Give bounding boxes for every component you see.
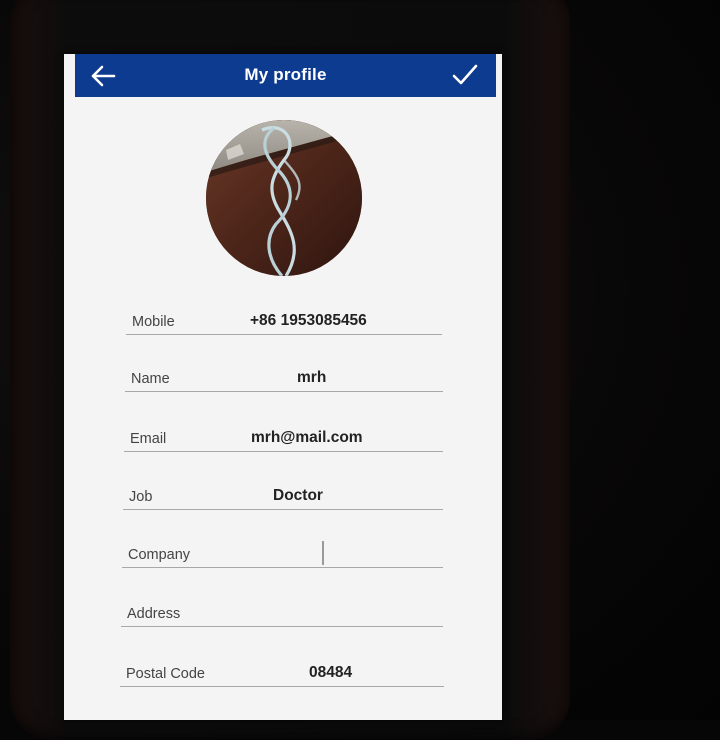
profile-photo	[206, 120, 362, 276]
avatar[interactable]	[206, 120, 362, 276]
text-cursor	[322, 541, 324, 565]
mobile-label: Mobile	[132, 314, 175, 330]
email-label: Email	[130, 431, 167, 447]
save-button[interactable]	[450, 61, 480, 89]
job-input[interactable]	[273, 487, 413, 505]
postal-code-field[interactable]: Postal Code	[120, 660, 444, 687]
postal-code-label: Postal Code	[126, 666, 205, 682]
job-field[interactable]: Job	[123, 483, 443, 510]
company-label: Company	[128, 547, 191, 563]
photo-background: My profile Mobile +86 1953085456 Name mr…	[0, 0, 720, 740]
app-bar: My profile	[75, 54, 496, 97]
name-input[interactable]	[297, 369, 417, 387]
checkmark-icon	[452, 64, 478, 85]
mobile-field[interactable]: Mobile	[126, 308, 442, 335]
company-input[interactable]	[326, 545, 436, 563]
phone-screen: My profile Mobile +86 1953085456 Name mr…	[64, 54, 502, 720]
mobile-input[interactable]	[250, 312, 430, 330]
address-label: Address	[127, 606, 181, 622]
name-field[interactable]: Name	[125, 365, 443, 392]
email-input[interactable]	[251, 429, 431, 447]
page-title: My profile	[244, 65, 327, 84]
address-input[interactable]	[251, 604, 431, 622]
company-field[interactable]: Company	[122, 541, 443, 568]
email-field[interactable]: Email	[124, 425, 443, 452]
postal-code-input[interactable]	[309, 664, 419, 682]
job-label: Job	[129, 489, 153, 505]
address-field[interactable]: Address	[121, 600, 443, 627]
name-label: Name	[131, 371, 170, 387]
